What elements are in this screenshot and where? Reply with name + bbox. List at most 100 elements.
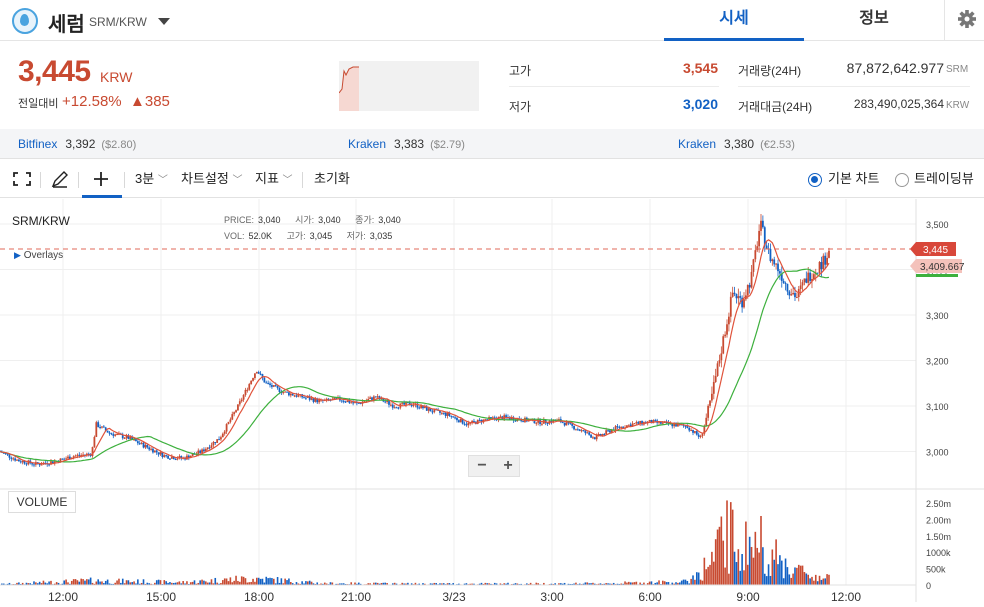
candle-body [205,449,207,451]
legend-price: 3,040 [258,215,281,225]
volume-bar [681,581,683,585]
volume-bar [749,537,751,585]
candle-body [547,423,549,424]
candle-body [577,429,579,430]
candle-body [277,386,279,388]
volume-bar [245,578,247,585]
exchange-item[interactable]: Bitfinex3,392($2.80) [18,137,136,151]
exchange-name: Bitfinex [18,137,57,151]
candle-body [709,400,711,405]
indicators-dropdown[interactable]: 지표 ﹀ [255,160,293,198]
chart-canvas[interactable]: 3,5003,4003,3003,2003,1003,000 2.50m2.00… [0,199,984,602]
volume-tick-label: 1000k [926,548,951,558]
settings-button[interactable] [944,0,984,41]
zoom-out-button[interactable]: − [469,456,495,476]
candle-body [305,398,307,399]
price-chart[interactable]: 3,5003,4003,3003,2003,1003,000 2.50m2.00… [0,199,984,602]
volume-bar [826,574,828,585]
tab-info[interactable]: 정보 [804,0,944,41]
volume-bar [696,572,698,585]
tradingview-label[interactable]: 트레이딩뷰 [914,160,974,198]
volume-bar [758,553,760,585]
x-tick-label: 3/23 [442,590,466,602]
volume-bar [809,578,811,585]
volume-indicator-button[interactable]: VOLUME [8,491,76,513]
exchange-price: 3,380 [724,137,754,151]
candle-body [579,430,581,431]
volume-bar [284,579,286,585]
play-icon: ▶ [14,250,21,260]
candle-body [273,385,275,387]
serum-logo-icon [12,8,38,34]
volume-bar [687,581,689,585]
fullscreen-button[interactable] [12,160,32,198]
candle-body [114,434,116,435]
exchange-price: 3,383 [394,137,424,151]
zoom-in-button[interactable]: + [495,456,521,476]
volume-bar [214,578,216,585]
chart-settings-label: 차트설정 [181,171,229,186]
candle-body [515,421,517,422]
candle-body [101,427,103,428]
volume-bar [222,580,224,585]
basic-chart-radio[interactable] [808,173,822,187]
candle-body [152,449,154,453]
volume-bar [203,581,205,585]
candle-body [675,424,677,426]
candle-body [252,378,254,381]
candle-body [311,398,313,399]
basic-chart-label[interactable]: 기본 차트 [828,160,879,198]
candle-body [286,392,288,393]
volume-bar [301,581,303,585]
candle-body [99,427,101,428]
candle-body [586,432,588,433]
candle-body [41,465,43,466]
candle-body [375,396,377,397]
candle-body [828,251,830,258]
volume-bar [165,581,167,585]
y-tick-label: 3,200 [926,357,949,367]
x-tick-label: 9:00 [736,590,760,602]
reset-button[interactable]: 초기화 [314,160,350,198]
candle-body [673,424,675,426]
candle-body [352,402,354,403]
crosshair-button[interactable] [90,160,112,198]
candle-body [505,415,507,417]
y-tick-label: 3,000 [926,448,949,458]
draw-button[interactable] [50,160,70,198]
candle-body [467,423,469,425]
candle-body [783,281,785,283]
candle-body [575,429,577,430]
candle-body [175,459,177,460]
exchange-item[interactable]: Kraken3,380(€2.53) [678,137,795,151]
volume-tick-label: 2.00m [926,515,951,525]
volume-bar [73,579,75,585]
volume-bar [233,581,235,585]
candle-body [564,423,566,426]
chart-settings-dropdown[interactable]: 차트설정 ﹀ [181,160,242,198]
volume-bar [739,571,741,585]
interval-dropdown[interactable]: 3분 ﹀ [135,160,168,198]
candle-body [313,398,315,401]
active-tool-indicator [82,195,122,198]
candle-body [418,407,420,408]
candle-body [401,403,403,404]
candle-body [129,437,131,439]
volume-bar [743,570,745,585]
candle-body [634,423,636,424]
chart-toolbar: 3분 ﹀ 차트설정 ﹀ 지표 ﹀ 초기화 기본 차트 트레이딩뷰 [0,160,984,198]
x-tick-label: 18:00 [244,590,274,602]
volume-bar [309,581,311,585]
tab-price[interactable]: 시세 [664,0,804,41]
tradingview-radio[interactable] [895,173,909,187]
coin-select-caret-icon[interactable] [158,18,170,25]
overlays-toggle[interactable]: ▶ Overlays [14,250,63,261]
exchange-item[interactable]: Kraken3,383($2.79) [348,137,465,151]
y-tick-label: 3,100 [926,402,949,412]
candle-body [284,392,286,393]
candle-body [771,259,773,261]
coin-name: 세럼 [48,8,85,37]
volume-bar [158,580,160,585]
volume-bar [107,580,109,585]
toolbar-divider [78,172,79,188]
